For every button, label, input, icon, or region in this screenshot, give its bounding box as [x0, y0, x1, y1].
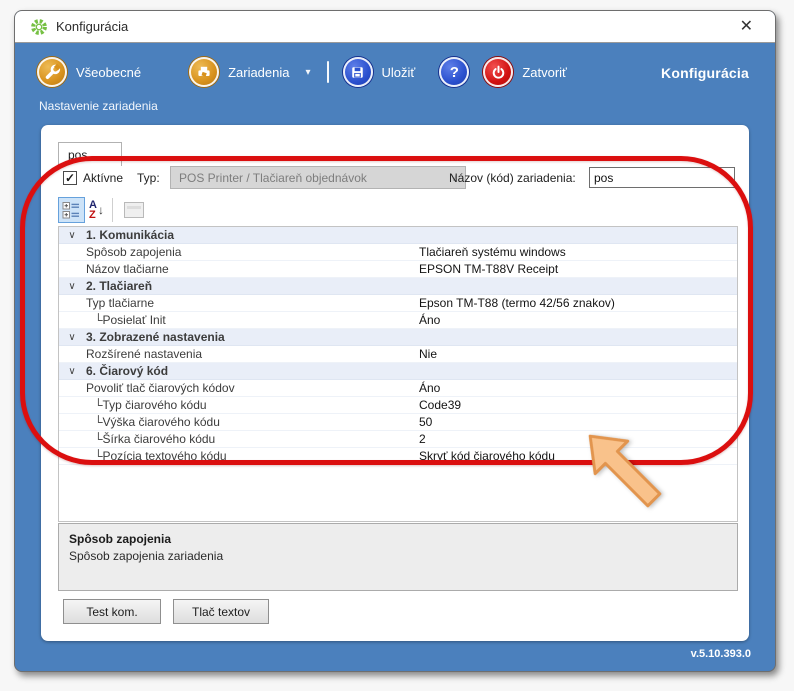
- property-name: └Výška čiarového kódu: [85, 415, 417, 429]
- property-pages-icon: [124, 202, 144, 218]
- close-icon[interactable]: ✕: [740, 16, 753, 36]
- device-name-input[interactable]: [589, 167, 735, 188]
- grid-subproperty-row[interactable]: └Pozícia textového kódu Skryť kód čiarov…: [59, 448, 737, 465]
- category-label: 2. Tlačiareň: [85, 279, 417, 293]
- property-name: └Typ čiarového kódu: [85, 398, 417, 412]
- category-label: 6. Čiarový kód: [85, 364, 417, 378]
- save-floppy-icon: [343, 57, 373, 87]
- sort-az-icon: A Z: [89, 200, 97, 220]
- grid-subproperty-row[interactable]: └Typ čiarového kódu Code39: [59, 397, 737, 414]
- property-name: └Posielať Init: [85, 313, 417, 327]
- type-select-value: POS Printer / Tlačiareň objednávok: [179, 171, 367, 185]
- power-icon: [483, 57, 513, 87]
- property-value[interactable]: Áno: [417, 381, 737, 395]
- content-card: pos ✓ Aktívne Typ: POS Printer / Tlačiar…: [41, 125, 749, 641]
- property-value[interactable]: EPSON TM-T88V Receipt: [417, 262, 737, 276]
- brand-title: Konfigurácia: [661, 65, 749, 81]
- propertygrid-toolbar: A Z ↓: [58, 195, 738, 225]
- version-label: v.5.10.393.0: [691, 648, 751, 660]
- grid-toolbar-separator: [112, 198, 113, 222]
- property-value[interactable]: Tlačiareň systému windows: [417, 245, 737, 259]
- grid-category-row[interactable]: ∨ 6. Čiarový kód: [59, 363, 737, 380]
- grid-category-row[interactable]: ∨ 3. Zobrazené nastavenia: [59, 329, 737, 346]
- toolbar-separator: [327, 61, 329, 83]
- category-label: 1. Komunikácia: [85, 228, 417, 242]
- categorized-view-button[interactable]: [58, 197, 85, 223]
- general-button[interactable]: Všeobecné: [37, 57, 141, 87]
- active-label: Aktívne: [83, 171, 123, 185]
- property-value[interactable]: Nie: [417, 347, 737, 361]
- grid-property-row[interactable]: Typ tlačiarne Epson TM-T88 (termo 42/56 …: [59, 295, 737, 312]
- chevron-down-icon[interactable]: ∨: [59, 281, 85, 292]
- property-name: Povoliť tlač čiarových kódov: [85, 381, 417, 395]
- active-checkbox[interactable]: ✓: [63, 171, 77, 185]
- description-title: Spôsob zapojenia: [69, 532, 727, 546]
- tab-pos[interactable]: pos: [58, 142, 122, 166]
- grid-subproperty-row[interactable]: └Výška čiarového kódu 50: [59, 414, 737, 431]
- description-text: Spôsob zapojenia zariadenia: [69, 549, 727, 563]
- property-value[interactable]: 2: [417, 432, 737, 446]
- property-value[interactable]: 50: [417, 415, 737, 429]
- grid-property-row[interactable]: Rozšírené nastavenia Nie: [59, 346, 737, 363]
- save-button-label: Uložiť: [382, 65, 416, 80]
- alphabetical-sort-button[interactable]: A Z ↓: [89, 200, 104, 220]
- grid-subproperty-row[interactable]: └Posielať Init Áno: [59, 312, 737, 329]
- devices-dropdown-icon[interactable]: ▾: [306, 67, 311, 78]
- grid-property-row[interactable]: Spôsob zapojenia Tlačiareň systému windo…: [59, 244, 737, 261]
- test-com-button[interactable]: Test kom.: [63, 599, 161, 624]
- type-label: Typ:: [137, 171, 160, 185]
- categorized-icon: [62, 201, 81, 220]
- property-name: Spôsob zapojenia: [85, 245, 417, 259]
- property-value[interactable]: Áno: [417, 313, 737, 327]
- close-app-button-label: Zatvoriť: [522, 65, 567, 80]
- grid-subproperty-row[interactable]: └Šírka čiarového kódu 2: [59, 431, 737, 448]
- device-name-label: Názov (kód) zariadenia:: [449, 171, 576, 185]
- property-value[interactable]: Code39: [417, 398, 737, 412]
- general-button-label: Všeobecné: [76, 65, 141, 80]
- print-texts-button[interactable]: Tlač textov: [173, 599, 269, 624]
- chevron-down-icon[interactable]: ∨: [59, 230, 85, 241]
- toolbar-subtitle: Nastavenie zariadenia: [39, 99, 158, 113]
- property-pages-button[interactable]: [121, 197, 148, 223]
- description-panel: Spôsob zapojenia Spôsob zapojenia zariad…: [58, 523, 738, 591]
- devices-button-label: Zariadenia: [228, 65, 289, 80]
- devices-button[interactable]: Zariadenia: [189, 57, 289, 87]
- sort-arrow-icon: ↓: [98, 203, 104, 217]
- device-form-row: ✓ Aktívne Typ: POS Printer / Tlačiareň o…: [41, 166, 749, 190]
- property-grid: ∨ 1. Komunikácia Spôsob zapojenia Tlačia…: [58, 226, 738, 522]
- property-name: Typ tlačiarne: [85, 296, 417, 310]
- type-select[interactable]: POS Printer / Tlačiareň objednávok ∨: [170, 166, 466, 189]
- property-name: Názov tlačiarne: [85, 262, 417, 276]
- window-title: Konfigurácia: [56, 19, 128, 34]
- property-name: └Pozícia textového kódu: [85, 449, 417, 463]
- grid-category-row[interactable]: ∨ 2. Tlačiareň: [59, 278, 737, 295]
- property-name: Rozšírené nastavenia: [85, 347, 417, 361]
- chevron-down-icon[interactable]: ∨: [59, 332, 85, 343]
- app-window: Konfigurácia ✕ Všeobecné: [14, 10, 776, 672]
- wrench-icon: [37, 57, 67, 87]
- grid-category-row[interactable]: ∨ 1. Komunikácia: [59, 227, 737, 244]
- main-toolbar: Všeobecné Zariadenia ▾: [37, 57, 567, 87]
- grid-property-row[interactable]: Názov tlačiarne EPSON TM-T88V Receipt: [59, 261, 737, 278]
- property-value[interactable]: Epson TM-T88 (termo 42/56 znakov): [417, 296, 737, 310]
- screenshot-stage: Konfigurácia ✕ Všeobecné: [0, 0, 794, 691]
- close-app-button[interactable]: Zatvoriť: [483, 57, 567, 87]
- help-question-glyph: ?: [450, 64, 459, 81]
- chevron-down-icon[interactable]: ∨: [59, 366, 85, 377]
- category-label: 3. Zobrazené nastavenia: [85, 330, 417, 344]
- gear-icon: [30, 18, 48, 36]
- device-icon: [189, 57, 219, 87]
- property-name: └Šírka čiarového kódu: [85, 432, 417, 446]
- help-button[interactable]: ?: [439, 57, 469, 87]
- property-value[interactable]: Skryť kód čiarového kódu: [417, 449, 737, 463]
- title-bar: Konfigurácia ✕: [15, 11, 775, 43]
- help-icon: ?: [439, 57, 469, 87]
- save-button[interactable]: Uložiť: [343, 57, 416, 87]
- grid-property-row[interactable]: Povoliť tlač čiarových kódov Áno: [59, 380, 737, 397]
